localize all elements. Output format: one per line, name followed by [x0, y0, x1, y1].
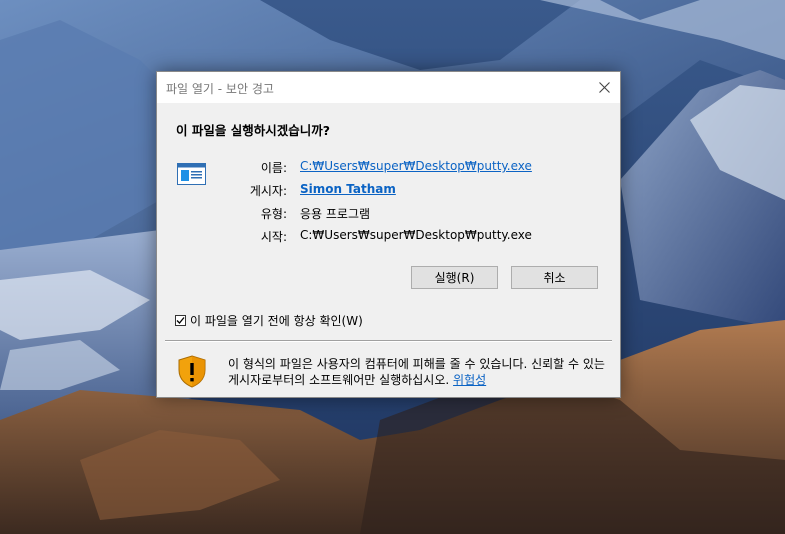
- cancel-button[interactable]: 취소: [511, 266, 598, 289]
- run-button[interactable]: 실행(R): [411, 266, 498, 289]
- type-value: 응용 프로그램: [300, 207, 371, 221]
- publisher-link[interactable]: Simon Tatham: [300, 182, 396, 196]
- checkbox-label: 이 파일을 열기 전에 항상 확인(W): [190, 314, 363, 328]
- close-icon: [599, 82, 610, 93]
- from-value: C:₩Users₩super₩Desktop₩putty.exe: [300, 228, 532, 242]
- checkmark-icon: [176, 317, 185, 324]
- dialog-titlebar: 파일 열기 - 보안 경고: [157, 72, 620, 103]
- dialog-question: 이 파일을 실행하시겠습니까?: [176, 123, 330, 138]
- risk-link[interactable]: 위험성: [453, 373, 486, 387]
- close-button[interactable]: [589, 72, 620, 103]
- shield-warning-icon: [178, 355, 206, 388]
- publisher-label: 게시자:: [249, 184, 287, 198]
- name-label: 이름:: [260, 161, 287, 175]
- type-label: 유형:: [260, 207, 287, 221]
- checkbox-box[interactable]: [175, 315, 186, 326]
- security-warning-dialog: 파일 열기 - 보안 경고 이 파일을 실행하시겠습니까? 이름: C:₩Use…: [156, 71, 621, 398]
- always-ask-checkbox[interactable]: 이 파일을 열기 전에 항상 확인(W): [175, 312, 363, 329]
- dialog-title: 파일 열기 - 보안 경고: [166, 82, 274, 96]
- from-label: 시작:: [260, 230, 287, 244]
- warning-text: 이 형식의 파일은 사용자의 컴퓨터에 피해를 줄 수 있습니다. 신뢰할 수 …: [228, 357, 605, 387]
- name-value-link[interactable]: C:₩Users₩super₩Desktop₩putty.exe: [300, 159, 532, 173]
- separator: [165, 340, 612, 342]
- warning-message: 이 형식의 파일은 사용자의 컴퓨터에 피해를 줄 수 있습니다. 신뢰할 수 …: [228, 356, 608, 388]
